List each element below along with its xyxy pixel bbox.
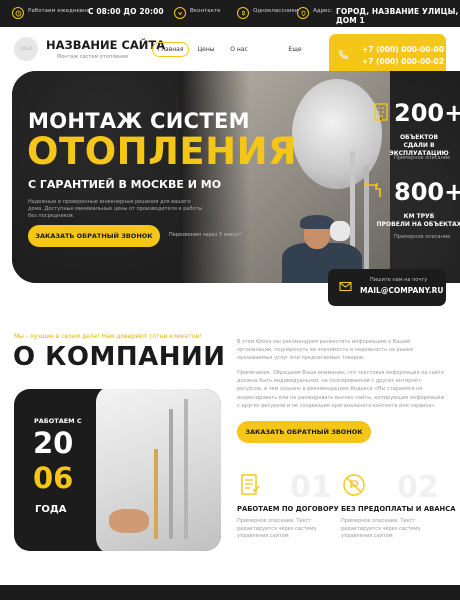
callback-note: Перезвоним через 5 минут!: [169, 232, 243, 238]
since-year-bottom: 06: [33, 461, 74, 495]
feature-text: Примерное описание. Текст редактируется …: [341, 518, 421, 539]
about-note-paragraph: Примечание. Обращаем Ваше внимание, что …: [237, 370, 445, 409]
clock-icon: [12, 7, 24, 19]
email-link[interactable]: MAIL@COMPANY.RU: [360, 286, 443, 295]
since-year-top: 20: [33, 426, 74, 460]
hero-subtitle: С ГАРАНТИЕЙ В МОСКВЕ И МО: [28, 178, 222, 191]
hours-label: Работаем ежедневно: [28, 8, 91, 14]
ok-link[interactable]: Одноклассники: [253, 8, 298, 14]
hero-shade: [180, 71, 250, 283]
feature-text: Примерное описание. Текст редактируется …: [237, 518, 317, 539]
feature-number: 01: [290, 470, 332, 505]
stat-caption: ПРОВЕЛИ НА ОБЪЕКТАХ: [376, 221, 460, 228]
since-label: РАБОТАЕМ С: [34, 417, 82, 425]
hero-title-line-2: ОТОПЛЕНИЯ: [27, 130, 298, 173]
top-bar: Работаем ежедневно С 08:00 ДО 20:00 Вкон…: [0, 0, 460, 27]
worker-image: [300, 215, 334, 229]
building-icon: [374, 103, 388, 121]
feature-number: 02: [397, 470, 439, 505]
hand-image: [109, 509, 149, 533]
stat-caption: КМ ТРУБ: [403, 213, 435, 220]
address-label: Адрес:: [313, 8, 333, 14]
location-icon: [297, 7, 309, 19]
hours-value: С 08:00 ДО 20:00: [88, 7, 164, 16]
ok-icon[interactable]: [237, 7, 249, 19]
about-title: О КОМПАНИИ: [13, 342, 226, 372]
logo[interactable]: LOGO: [14, 37, 38, 61]
stat-note: Примерное описание: [394, 155, 451, 161]
contract-icon: [241, 474, 260, 495]
worker-image: [330, 221, 350, 241]
email-label: Пишите нам на почту: [370, 277, 428, 283]
email-box: Пишите нам на почту MAIL@COMPANY.RU: [328, 269, 446, 306]
stat-number: 800+: [394, 178, 460, 206]
site-subtitle: Монтаж систем отопления: [57, 54, 128, 60]
since-word: ГОДА: [35, 504, 67, 515]
footer-bar: [0, 585, 460, 600]
since-card: РАБОТАЕМ С 20 06 ГОДА: [14, 389, 221, 551]
site-title[interactable]: НАЗВАНИЕ САЙТА: [46, 38, 165, 52]
nav-item-more[interactable]: Еще: [287, 42, 303, 57]
stat-number: 200+: [394, 99, 460, 127]
phone-link-1[interactable]: +7 (000) 000-00-00: [362, 45, 444, 54]
vk-link[interactable]: Вконтакте: [190, 8, 221, 14]
pipe-image: [184, 399, 188, 539]
stat-caption: ОБЪЕКТОВ: [399, 134, 439, 141]
no-prepayment-icon: [343, 474, 365, 496]
about-kicker: Мы - лучшие в своем деле! Нам доверяют с…: [14, 333, 202, 340]
nav-item-home[interactable]: Главная: [152, 42, 189, 57]
phone-link-2[interactable]: +7 (000) 000-00-02: [362, 57, 444, 66]
pipe-image: [154, 449, 158, 539]
about-callback-button[interactable]: ЗАКАЗАТЬ ОБРАТНЫЙ ЗВОНОК: [237, 421, 371, 443]
stat-note: Примерное описание: [394, 234, 451, 240]
nav-item-prices[interactable]: Цены: [196, 42, 216, 57]
hero-banner: МОНТАЖ СИСТЕМ ОТОПЛЕНИЯ С ГАРАНТИЕЙ В МО…: [12, 71, 460, 283]
feature-title: РАБОТАЕМ ПО ДОГОВОРУ: [237, 505, 339, 513]
hero-description: Надежные и проверенные инженерные решени…: [28, 199, 203, 219]
feature-title: БЕЗ ПРЕДОПЛАТЫ И АВАНСА: [341, 505, 456, 513]
phone-icon: [338, 49, 349, 60]
about-paragraph: В этом блоке мы рекомендуем разместить и…: [237, 339, 414, 362]
vk-icon[interactable]: [174, 7, 186, 19]
nav-item-about[interactable]: О нас: [228, 42, 250, 57]
address-value: ГОРОД, НАЗВАНИЕ УЛИЦЫ, ДОМ 1: [336, 7, 459, 25]
pipes-icon: [364, 183, 381, 197]
callback-button[interactable]: ЗАКАЗАТЬ ОБРАТНЫЙ ЗВОНОК: [28, 225, 160, 247]
pipe-image: [169, 409, 173, 539]
mail-icon: [339, 281, 352, 292]
